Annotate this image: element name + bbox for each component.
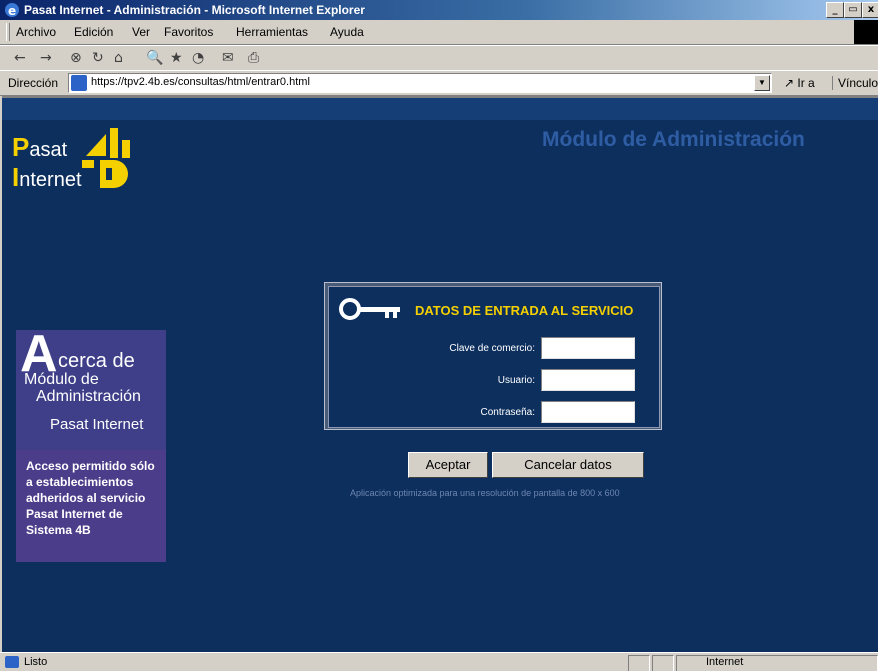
page-icon — [71, 75, 87, 91]
about-panel: A cerca de Módulo de Administración Pasa… — [16, 325, 166, 450]
about-admin: Administración — [36, 388, 141, 405]
usuario-input[interactable] — [541, 369, 635, 391]
print-icon[interactable]: ⎙ — [248, 50, 259, 66]
about-title: cerca de — [58, 350, 135, 372]
login-inner: DATOS DE ENTRADA AL SERVICIO Clave de co… — [328, 286, 660, 428]
svg-text:e: e — [8, 4, 16, 18]
window-title: Pasat Internet - Administración - Micros… — [24, 3, 365, 17]
refresh-icon[interactable]: ↻ — [92, 50, 104, 66]
password-input[interactable] — [541, 401, 635, 423]
address-bar: Dirección https://tpv2.4b.es/consultas/h… — [0, 70, 878, 96]
toolbar: ← → ⊗ ↻ ⌂ 🔍 ★ ◔ ✉ ⎙ — [0, 45, 878, 71]
go-label: Ir a — [797, 76, 815, 90]
search-icon[interactable]: 🔍 — [146, 50, 163, 66]
password-label: Contraseña: — [480, 407, 535, 418]
4b-logo-icon — [82, 128, 130, 188]
status-bar: Listo Internet — [0, 652, 878, 671]
accept-button[interactable]: Aceptar — [408, 452, 488, 478]
status-text: Listo — [24, 656, 48, 668]
login-title: DATOS DE ENTRADA AL SERVICIO — [415, 303, 634, 318]
brand-line1: Pasat — [12, 132, 68, 162]
about-module: Módulo de — [24, 371, 99, 388]
menu-favoritos[interactable]: Favoritos — [164, 25, 213, 39]
mail-icon[interactable]: ✉ — [222, 50, 234, 66]
status-segment — [628, 655, 650, 671]
access-notice-text: Acceso permitido sólo a establecimientos… — [26, 459, 155, 537]
resolution-note: Aplicación optimizada para una resolució… — [350, 488, 620, 498]
zone-label: Internet — [706, 656, 744, 668]
menu-edicion[interactable]: Edición — [74, 25, 113, 39]
menu-bar: Archivo Edición Ver Favoritos Herramient… — [0, 20, 878, 45]
clave-label: Clave de comercio: — [449, 343, 535, 354]
about-pasat: Pasat Internet — [50, 416, 144, 433]
menu-ver[interactable]: Ver — [132, 25, 150, 39]
menu-archivo[interactable]: Archivo — [16, 25, 56, 39]
login-box: DATOS DE ENTRADA AL SERVICIO Clave de co… — [324, 282, 662, 430]
cancel-button[interactable]: Cancelar datos — [492, 452, 644, 478]
page-status-icon — [5, 656, 19, 668]
lock-icon — [652, 655, 674, 671]
usuario-label: Usuario: — [497, 375, 535, 386]
go-button[interactable]: ↗ Ir a — [784, 76, 815, 90]
address-label: Dirección — [8, 76, 59, 90]
menu-ayuda[interactable]: Ayuda — [330, 25, 364, 39]
address-url: https://tpv2.4b.es/consultas/html/entrar… — [91, 76, 310, 88]
pasat-internet-logo: Pasat Internet — [12, 126, 152, 196]
forward-icon[interactable]: → — [40, 50, 52, 66]
maximize-button[interactable]: ▭ — [844, 2, 862, 18]
home-icon[interactable]: ⌂ — [114, 50, 123, 66]
favorites-icon[interactable]: ★ — [170, 50, 183, 66]
browser-window: e Pasat Internet - Administración - Micr… — [0, 0, 878, 671]
key-icon — [339, 298, 400, 320]
stop-icon[interactable]: ⊗ — [70, 50, 82, 66]
menu-grip — [6, 23, 10, 41]
brand-line2: Internet — [12, 162, 82, 192]
access-notice: Acceso permitido sólo a establecimientos… — [16, 450, 166, 562]
page-content: Módulo de Administración Pasat Internet … — [2, 96, 878, 654]
windows-logo-icon — [854, 20, 878, 44]
history-icon[interactable]: ◔ — [192, 50, 204, 66]
address-input[interactable]: https://tpv2.4b.es/consultas/html/entrar… — [68, 73, 772, 93]
header-band — [2, 98, 878, 120]
back-icon[interactable]: ← — [14, 50, 26, 66]
ie-logo-icon: e — [5, 3, 19, 18]
links-button[interactable]: Vínculo — [832, 76, 878, 90]
menu-herramientas[interactable]: Herramientas — [236, 25, 308, 39]
minimize-button[interactable]: _ — [826, 2, 844, 18]
address-dropdown-button[interactable]: ▼ — [754, 75, 770, 91]
clave-input[interactable] — [541, 337, 635, 359]
title-bar: e Pasat Internet - Administración - Micr… — [0, 0, 878, 20]
close-button[interactable]: x — [862, 2, 878, 18]
module-header: Módulo de Administración — [542, 128, 805, 151]
